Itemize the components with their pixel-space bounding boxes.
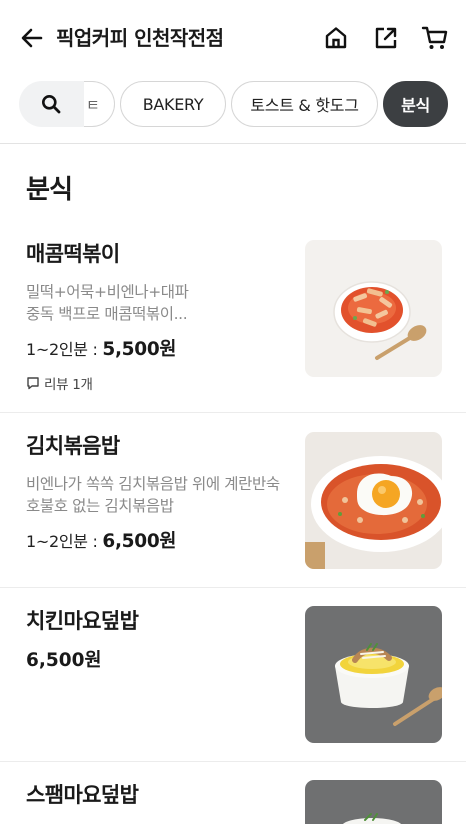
item-price-amount: 6,500원 [102,531,177,552]
divider [0,143,466,144]
review-label: 리뷰 1개 [44,377,93,393]
menu-item[interactable]: 김치볶음밥 비엔나가 쏙쏙 김치볶음밥 위에 계란반숙 호불호 없는 김치볶음밥… [0,413,466,587]
category-chip-partial-label: ㅌ [86,96,100,114]
category-chip-partial[interactable]: ㅌ [84,81,115,127]
item-name: 치킨마요덮밥 [26,609,139,633]
item-image[interactable] [305,780,442,824]
item-description: 밀떡+어묵+비엔나+대파 중독 백프로 매콤떡볶이... [26,283,189,323]
home-icon [325,27,347,49]
category-chip-bunsik[interactable]: 분식 [383,81,448,127]
chicken-mayo-rice-bowl-image [305,606,442,743]
item-image[interactable] [305,432,442,569]
item-price-amount: 5,500원 [102,339,177,360]
item-image[interactable] [305,240,442,377]
store-title: 픽업커피 인천작전점 [56,26,224,50]
spam-mayo-rice-bowl-image [305,780,442,824]
home-button[interactable] [322,24,350,52]
item-name: 스팸마요덮밥 [26,783,139,807]
back-button[interactable] [18,24,46,52]
search-icon [42,95,61,114]
category-chip-bakery[interactable]: BAKERY [120,81,226,127]
item-description: 비엔나가 쏙쏙 김치볶음밥 위에 계란반숙 호불호 없는 김치볶음밥 [26,475,280,515]
item-image[interactable] [305,606,442,743]
item-price: 1~2인분 : 5,500원 [26,338,176,362]
item-name: 김치볶음밥 [26,434,120,458]
menu-item[interactable]: 치킨마요덮밥 6,500원 [0,588,466,762]
top-app-bar: 픽업커피 인천작전점 [0,0,466,76]
review-count[interactable]: 리뷰 1개 [26,373,93,393]
item-name: 매콤떡볶이 [26,242,120,266]
item-price: 6,500원 [26,650,102,671]
tteokbokki-image [305,240,442,377]
arrow-left-icon [21,28,43,48]
category-chip-bar: ㅌ BAKERY 토스트 & 핫도그 분식 [0,78,466,132]
share-icon [375,27,397,49]
item-serving: 1~2인분 : [26,532,103,551]
section-title: 분식 [26,175,73,205]
cart-icon [421,26,448,49]
menu-item[interactable]: 스팸마요덮밥 [0,762,466,824]
item-price: 1~2인분 : 6,500원 [26,530,176,554]
item-serving: 1~2인분 : [26,340,103,359]
category-chip-toast-hotdog[interactable]: 토스트 & 핫도그 [231,81,378,127]
kimchi-fried-rice-image [305,432,442,569]
share-button[interactable] [372,24,400,52]
menu-item[interactable]: 매콤떡볶이 밀떡+어묵+비엔나+대파 중독 백프로 매콤떡볶이... 1~2인분… [0,230,466,412]
cart-button[interactable] [421,24,449,52]
speech-bubble-icon [27,377,39,390]
